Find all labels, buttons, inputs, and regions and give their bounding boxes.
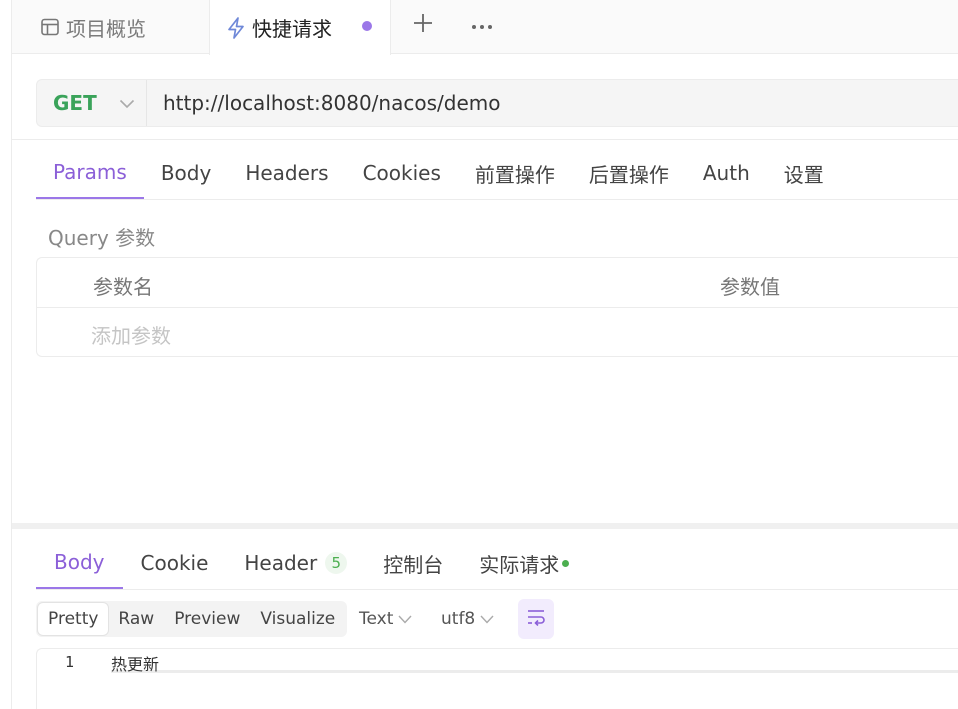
panel-resize-handle[interactable]: [12, 523, 958, 529]
divider: [12, 139, 958, 140]
param-name-header: 参数名: [93, 275, 153, 299]
chevron-down-icon: [119, 94, 135, 113]
unsaved-dot: [362, 21, 372, 31]
add-param-placeholder[interactable]: 添加参数: [91, 320, 171, 349]
tab-bar: 项目概览 快捷请求: [12, 0, 958, 55]
tab-project-overview[interactable]: 项目概览: [40, 0, 146, 54]
status-dot: [562, 559, 570, 567]
tab-response-body-label: Body: [54, 549, 105, 574]
add-param-row[interactable]: 添加参数: [37, 308, 958, 356]
param-value-header: 参数值: [720, 275, 780, 299]
tab-project-overview-label: 项目概览: [66, 16, 146, 41]
layout-icon: [40, 17, 60, 37]
format-select[interactable]: Text: [359, 601, 412, 637]
tab-actual-request[interactable]: 实际请求: [461, 536, 587, 590]
line-number: 1: [65, 653, 75, 671]
tab-response-header-label: Header: [244, 551, 318, 575]
tab-pre-script[interactable]: 前置操作: [458, 146, 572, 200]
tab-actual-request-label: 实际请求: [479, 552, 560, 577]
encoding-select[interactable]: utf8: [441, 601, 494, 637]
tab-response-body[interactable]: Body: [36, 536, 123, 590]
query-params-title: Query 参数: [48, 226, 156, 250]
tab-body[interactable]: Body: [144, 146, 229, 200]
response-code-editor[interactable]: 1 热更新: [36, 648, 958, 709]
wrap-lines-button[interactable]: [518, 599, 554, 639]
response-tabs: Body Cookie Header 5 控制台 实际请求: [36, 536, 587, 590]
view-visualize-button[interactable]: Visualize: [250, 603, 345, 635]
request-tabs: Params Body Headers Cookies 前置操作 后置操作 Au…: [36, 146, 841, 200]
tab-post-script[interactable]: 后置操作: [572, 146, 686, 200]
url-bar: GET http://localhost:8080/nacos/demo: [36, 79, 958, 127]
method-label: GET: [53, 91, 97, 115]
code-line: 热更新: [111, 651, 958, 674]
more-tabs-button[interactable]: [467, 10, 497, 40]
view-raw-button[interactable]: Raw: [108, 603, 164, 635]
divider: [36, 589, 958, 590]
view-pretty-button[interactable]: Pretty: [38, 603, 109, 635]
encoding-select-value: utf8: [441, 609, 476, 629]
divider: [36, 199, 958, 200]
tab-quick-request-label: 快捷请求: [252, 17, 332, 41]
chevron-down-icon: [393, 609, 412, 629]
tab-console[interactable]: 控制台: [365, 536, 461, 590]
tab-params[interactable]: Params: [36, 146, 144, 200]
view-mode-group: Pretty Raw Preview Visualize: [36, 601, 348, 637]
chevron-down-icon: [475, 609, 494, 629]
plus-icon: [412, 12, 434, 38]
wrap-lines-icon: [526, 608, 546, 630]
tab-settings[interactable]: 设置: [767, 146, 841, 200]
params-table-header: 参数名 参数值: [37, 258, 958, 308]
tab-headers[interactable]: Headers: [228, 146, 345, 200]
tab-response-cookie[interactable]: Cookie: [123, 536, 227, 590]
tab-quick-request[interactable]: 快捷请求: [209, 0, 391, 55]
view-preview-button[interactable]: Preview: [164, 603, 250, 635]
tab-cookies[interactable]: Cookies: [346, 146, 458, 200]
more-icon: [470, 16, 494, 35]
header-count-badge: 5: [325, 552, 348, 574]
method-select[interactable]: GET: [37, 80, 147, 126]
tab-auth[interactable]: Auth: [686, 146, 767, 200]
url-input[interactable]: http://localhost:8080/nacos/demo: [147, 91, 500, 115]
tab-response-cookie-label: Cookie: [140, 551, 209, 575]
params-table: 参数名 参数值 添加参数: [36, 257, 958, 357]
new-tab-button[interactable]: [408, 10, 438, 40]
lightning-icon: [226, 16, 246, 39]
tab-console-label: 控制台: [383, 552, 444, 577]
left-edge: [0, 0, 12, 709]
tab-response-header[interactable]: Header 5: [226, 536, 365, 590]
format-select-value: Text: [359, 609, 394, 629]
